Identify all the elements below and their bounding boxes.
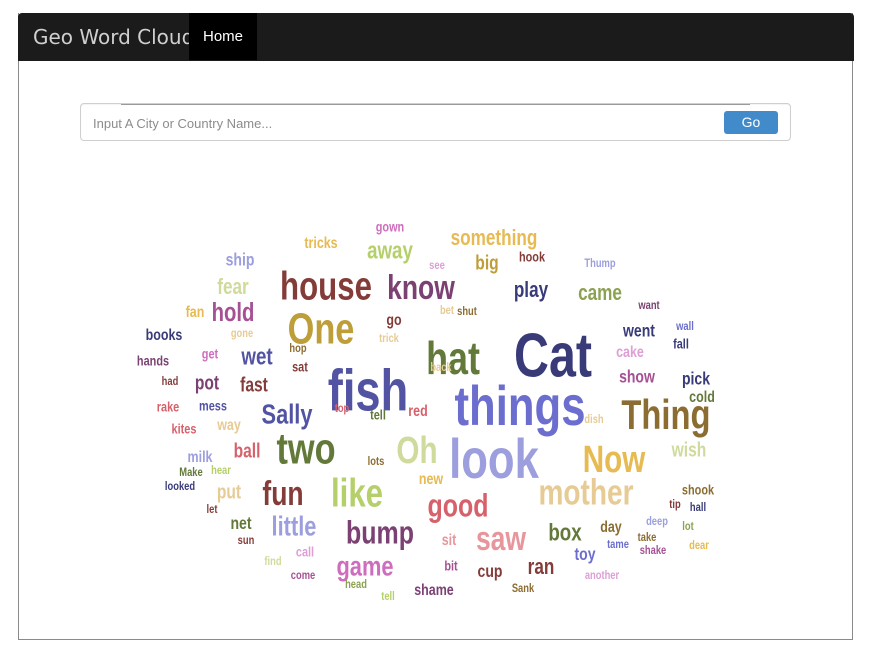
cloud-word: little <box>272 511 317 542</box>
cloud-word: mess <box>199 398 227 414</box>
cloud-word: hat <box>426 333 480 384</box>
cloud-word: shame <box>414 582 454 600</box>
cloud-word: sit <box>442 532 457 550</box>
cloud-word: looked <box>165 480 195 493</box>
cloud-word: trick <box>379 332 399 345</box>
cloud-word: know <box>387 269 455 307</box>
cloud-word: red <box>408 403 427 421</box>
cloud-word: find <box>264 555 281 568</box>
cloud-word: ball <box>234 439 261 461</box>
cloud-word: saw <box>476 520 526 558</box>
cloud-word: bet <box>440 304 454 317</box>
cloud-word: hook <box>519 249 545 265</box>
cloud-word: lots <box>368 455 385 468</box>
cloud-word: top <box>335 402 350 415</box>
cloud-word: dear <box>689 539 709 552</box>
cloud-word: pot <box>195 371 219 393</box>
cloud-word: big <box>475 251 498 273</box>
cloud-word: new <box>419 471 444 489</box>
cloud-word: hold <box>212 297 255 326</box>
cloud-word: sat <box>292 359 308 375</box>
cloud-word: ship <box>226 250 255 270</box>
cloud-word: shake <box>640 544 667 557</box>
cloud-word: sun <box>238 534 255 547</box>
cloud-word: books <box>146 327 183 345</box>
cloud-word: bit <box>444 558 458 574</box>
cloud-word: cold <box>689 389 715 407</box>
cloud-word: box <box>548 519 581 546</box>
cloud-word: call <box>296 544 314 560</box>
cloud-word: play <box>514 278 548 303</box>
cloud-word: house <box>280 264 372 309</box>
cloud-word: kites <box>172 421 197 437</box>
cloud-word: tricks <box>304 235 337 253</box>
cloud-word: fear <box>217 275 249 300</box>
cloud-word: get <box>202 346 219 362</box>
cloud-word: wet <box>241 343 273 370</box>
cloud-word: something <box>451 226 538 251</box>
cloud-word: Sank <box>512 582 534 595</box>
cloud-word: milk <box>188 449 213 467</box>
cloud-word: want <box>637 299 660 312</box>
cloud-word: went <box>622 321 655 341</box>
cloud-word: Sally <box>262 399 313 430</box>
cloud-word: hear <box>211 464 231 477</box>
cloud-word: Thump <box>584 257 616 270</box>
cloud-word: hall <box>690 501 706 514</box>
cloud-word: ran <box>528 555 555 580</box>
cloud-word: tell <box>381 590 395 603</box>
cloud-word: deep <box>646 515 668 528</box>
cloud-word: away <box>367 237 413 264</box>
cloud-word: look <box>449 428 539 490</box>
cloud-word: fast <box>240 373 268 395</box>
cloud-word: show <box>619 367 655 387</box>
cloud-word: bump <box>346 516 414 552</box>
cloud-word: hands <box>137 353 169 369</box>
cloud-word: way <box>216 417 240 435</box>
cloud-word: mother <box>538 472 633 512</box>
cloud-word: cake <box>616 344 644 362</box>
cloud-word: Make <box>179 466 202 479</box>
cloud-word: another <box>585 569 620 582</box>
cloud-word: fun <box>262 475 303 513</box>
cloud-word: shut <box>457 305 477 318</box>
cloud-word: dish <box>584 413 603 426</box>
cloud-word: gone <box>231 327 253 340</box>
cloud-word: head <box>345 578 367 591</box>
cloud-word: toy <box>574 544 595 564</box>
cloud-word: had <box>162 375 179 388</box>
cloud-word: see <box>429 259 445 272</box>
cloud-word: rake <box>157 399 179 415</box>
word-cloud: Catfish thingslookhathouseOneknowThingNow… <box>137 219 715 603</box>
cloud-word: tip <box>669 498 681 511</box>
cloud-word: fall <box>673 336 689 352</box>
cloud-word: fan <box>186 304 205 322</box>
cloud-word: shook <box>682 482 714 498</box>
cloud-word: two <box>276 425 335 474</box>
cloud-word: tell <box>370 407 386 423</box>
cloud-word: like <box>331 471 383 516</box>
cloud-word: day <box>600 519 622 537</box>
cloud-word: cup <box>478 561 503 581</box>
cloud-word: came <box>578 281 622 306</box>
cloud-word: go <box>386 312 401 330</box>
cloud-word: hop <box>289 342 307 355</box>
cloud-word: gown <box>376 219 404 235</box>
cloud-word: Oh <box>396 430 437 472</box>
cloud-word: pick <box>682 369 710 389</box>
cloud-word: let <box>207 503 218 516</box>
cloud-word: put <box>217 480 241 502</box>
cloud-word: come <box>291 569 315 582</box>
cloud-word: take <box>638 531 657 544</box>
cloud-word: tame <box>607 538 629 551</box>
cloud-word: net <box>230 513 252 533</box>
cloud-word: lot <box>682 520 694 533</box>
cloud-word: back <box>430 361 451 374</box>
cloud-word: wish <box>671 438 707 460</box>
cloud-word: wall <box>675 320 694 333</box>
